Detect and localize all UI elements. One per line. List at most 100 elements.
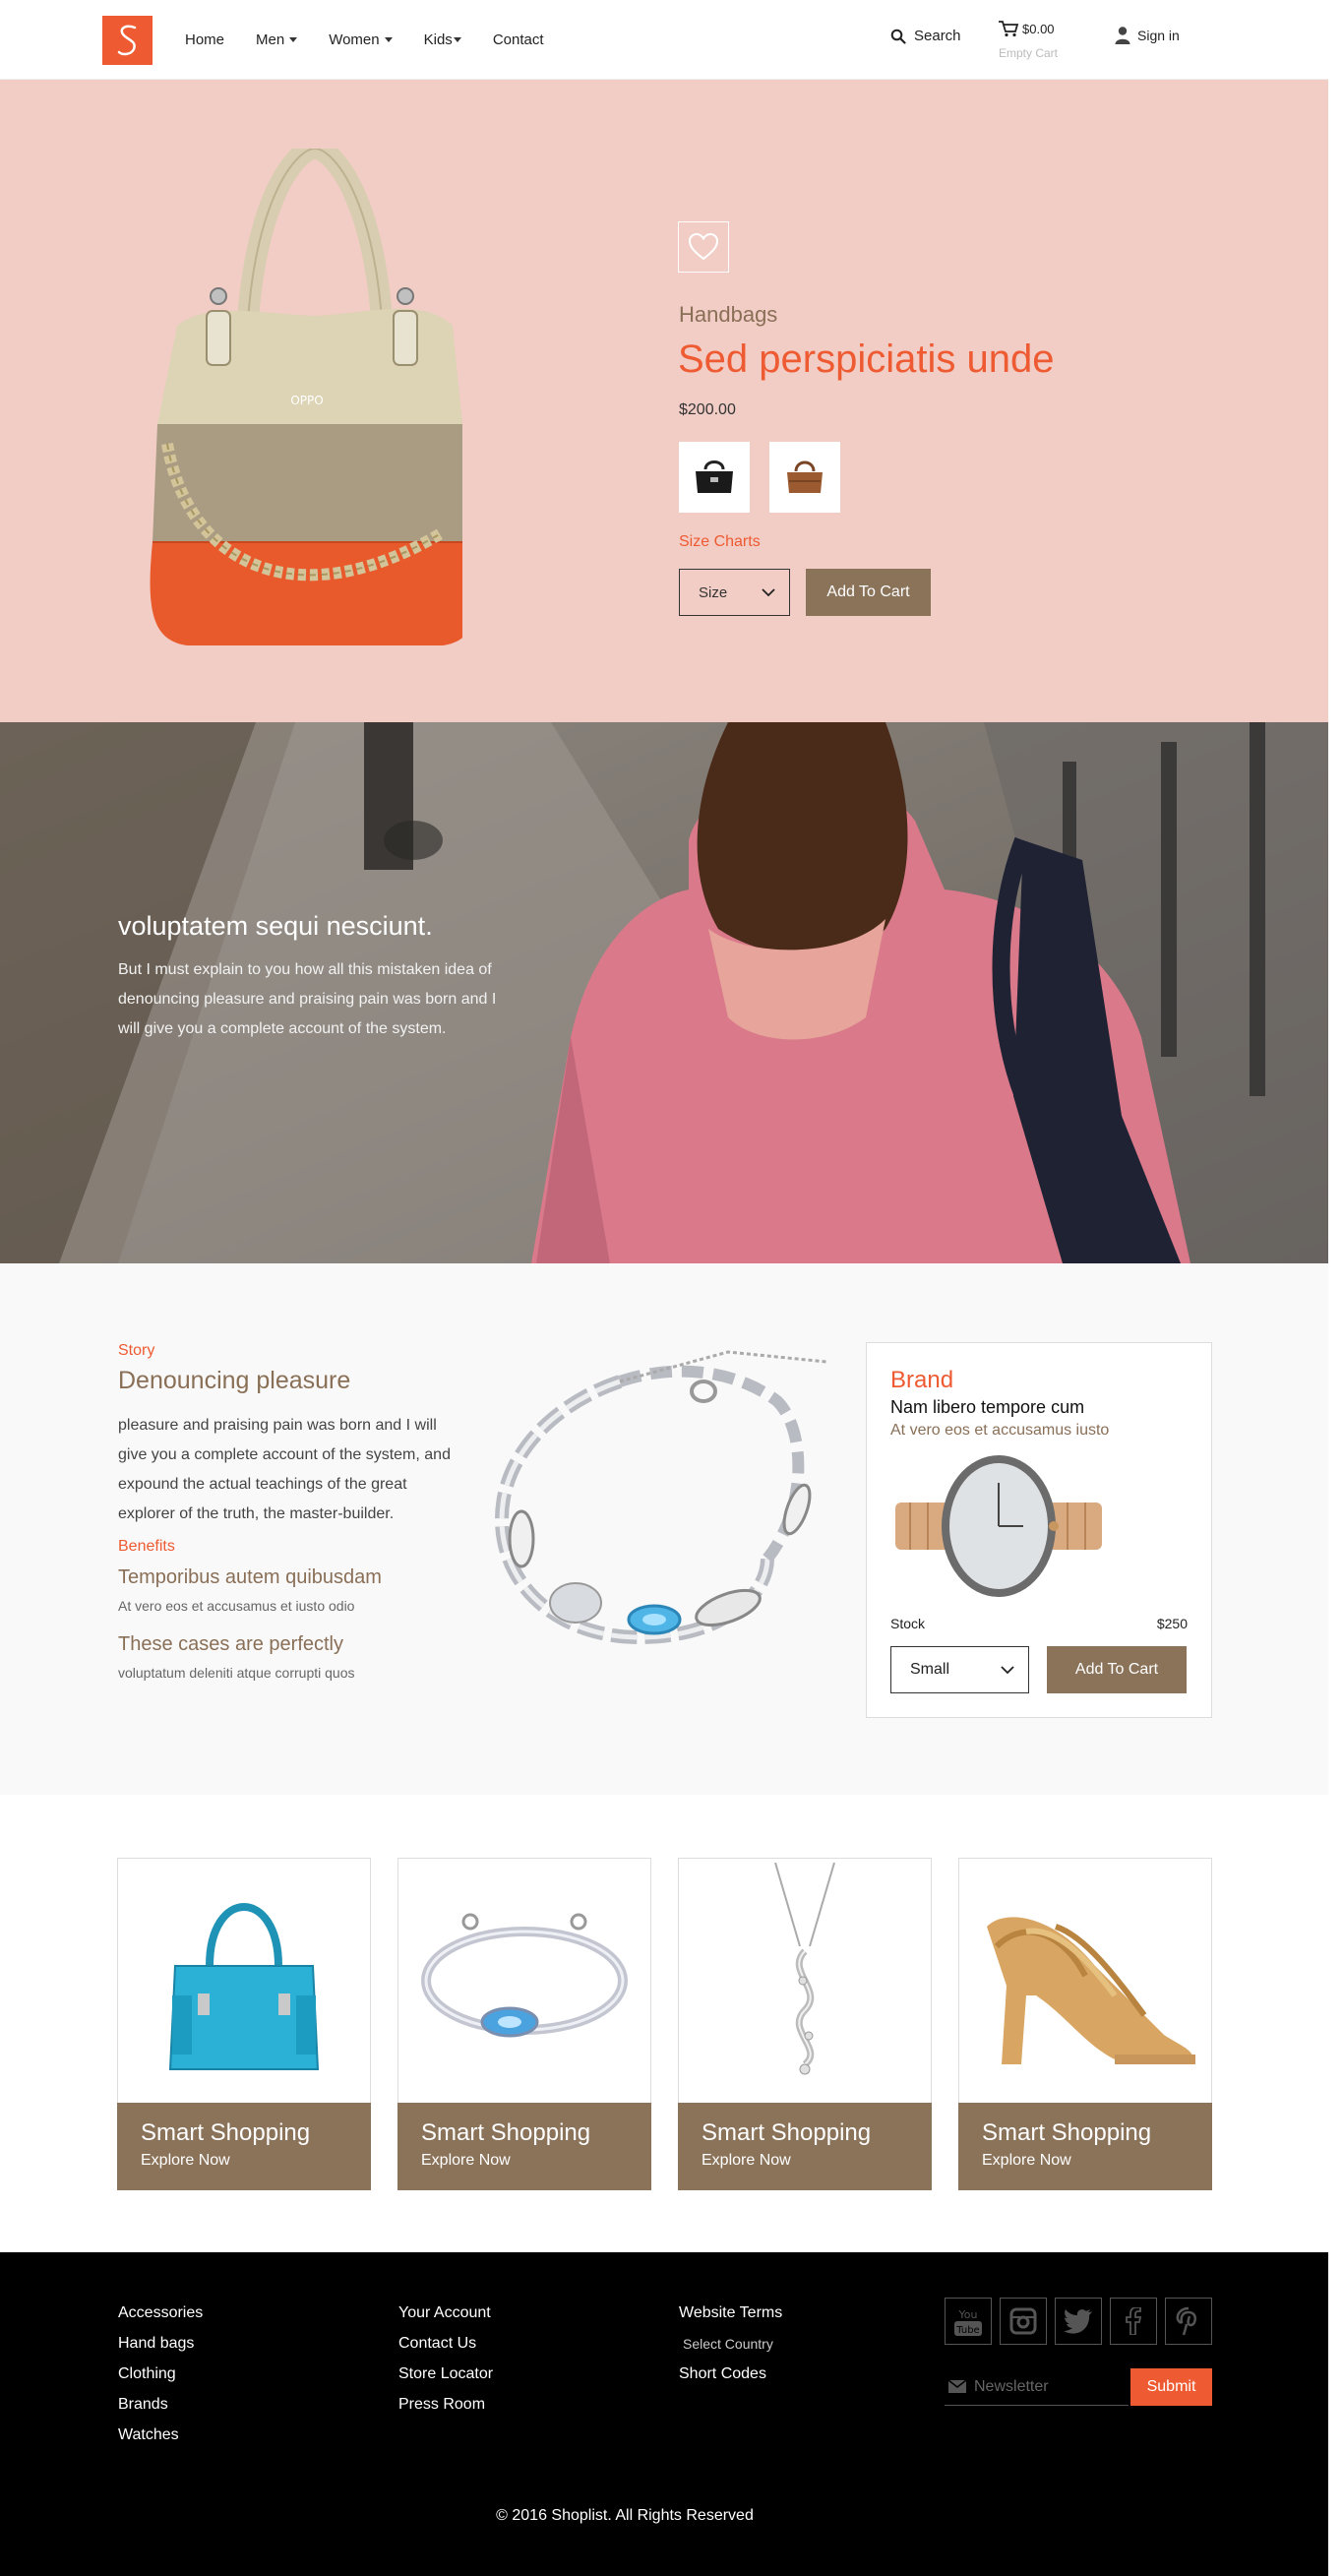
footer-link[interactable]: Press Room — [398, 2395, 493, 2425]
site-header: Home Men Women Kids Contact Search $0.00… — [0, 0, 1328, 80]
product-card[interactable]: Smart Shopping Explore Now — [117, 1858, 371, 2190]
card-image — [959, 1859, 1211, 2103]
caret-down-icon — [453, 37, 461, 42]
size-select-value: Size — [699, 583, 728, 601]
youtube-icon[interactable]: You Tube — [945, 2298, 992, 2345]
footer-link[interactable]: Contact Us — [398, 2334, 493, 2364]
explore-now-link[interactable]: Explore Now — [982, 2152, 1071, 2170]
wishlist-button[interactable] — [678, 221, 729, 273]
nav-women[interactable]: Women — [329, 31, 393, 48]
brand-card: Brand Nam libero tempore cum At vero eos… — [866, 1342, 1212, 1718]
nav-men[interactable]: Men — [256, 31, 298, 48]
brand-subtitle: Nam libero tempore cum — [890, 1397, 1085, 1417]
product-cards: Smart Shopping Explore Now Smart Shoppin… — [0, 1795, 1328, 2252]
size-select[interactable]: Size — [679, 569, 790, 616]
card-title: Smart Shopping — [982, 2119, 1152, 2146]
story-title: Denouncing pleasure — [118, 1367, 351, 1394]
product-card[interactable]: Smart Shopping Explore Now — [678, 1858, 932, 2190]
newsletter-input[interactable] — [974, 2377, 1122, 2396]
stock-label: Stock — [890, 1616, 926, 1631]
product-price: $200.00 — [679, 401, 736, 418]
banner-text: But I must explain to you how all this m… — [118, 961, 497, 1037]
search-button[interactable]: Search — [890, 28, 961, 44]
benefit-title: These cases are perfectly — [118, 1633, 343, 1655]
card-title: Smart Shopping — [702, 2119, 872, 2146]
cart-status: Empty Cart — [999, 46, 1059, 60]
card-image — [398, 1859, 650, 2103]
thumbnail-brown-bag[interactable] — [769, 442, 840, 513]
twitter-icon[interactable] — [1055, 2298, 1102, 2345]
black-bag-image — [696, 460, 733, 493]
site-footer: Accessories Hand bags Clothing Brands Wa… — [0, 2252, 1328, 2576]
footer-link[interactable]: Brands — [118, 2395, 203, 2425]
nav-contact[interactable]: Contact — [493, 31, 544, 48]
submit-button[interactable]: Submit — [1130, 2368, 1212, 2406]
facebook-icon[interactable] — [1110, 2298, 1157, 2345]
footer-link[interactable]: Clothing — [118, 2364, 203, 2395]
signin-label: Sign in — [1137, 28, 1180, 43]
banner-title: voluptatem sequi nesciunt. — [118, 911, 433, 941]
footer-link[interactable]: Watches — [118, 2425, 203, 2456]
product-card[interactable]: Smart Shopping Explore Now — [397, 1858, 651, 2190]
copyright: © 2016 Shoplist. All Rights Reserved — [496, 2507, 754, 2524]
size-select[interactable]: Small — [890, 1646, 1029, 1693]
product-title: Sed perspiciatis unde — [678, 337, 1055, 381]
add-to-cart-button[interactable]: Add To Cart — [1047, 1646, 1187, 1693]
card-title: Smart Shopping — [421, 2119, 591, 2146]
benefits-label: Benefits — [118, 1538, 175, 1555]
search-label: Search — [914, 28, 961, 44]
nav-home-label: Home — [185, 31, 225, 48]
signin-button[interactable]: Sign in — [1115, 26, 1180, 45]
s-logo-icon[interactable] — [102, 16, 153, 65]
footer-link[interactable]: Short Codes — [679, 2364, 782, 2395]
size-charts-link[interactable]: Size Charts — [679, 533, 761, 551]
footer-link[interactable]: Your Account — [398, 2303, 493, 2334]
envelope-icon — [948, 2380, 966, 2393]
size-select-value: Small — [910, 1661, 950, 1678]
card-image — [679, 1859, 931, 2103]
explore-now-link[interactable]: Explore Now — [421, 2152, 511, 2170]
heart-icon — [689, 233, 718, 261]
thumbnail-black-bag[interactable] — [679, 442, 750, 513]
gold-heels-image — [987, 1917, 1195, 2064]
footer-column-categories: Accessories Hand bags Clothing Brands Wa… — [118, 2303, 203, 2456]
card-footer: Smart Shopping Explore Now — [117, 2103, 371, 2190]
nav-kids-label: Kids — [423, 31, 453, 48]
handbag-image: OPPO — [150, 149, 462, 645]
bracelet-image — [494, 1350, 827, 1645]
pinterest-icon[interactable] — [1165, 2298, 1212, 2345]
youtube-wordmark-bottom: Tube — [955, 2325, 979, 2336]
explore-now-link[interactable]: Explore Now — [141, 2152, 230, 2170]
instagram-icon[interactable] — [1000, 2298, 1047, 2345]
blue-handbag-image — [168, 1903, 320, 2070]
svg-text:OPPO: OPPO — [290, 394, 323, 407]
footer-link[interactable]: Hand bags — [118, 2334, 203, 2364]
add-to-cart-button[interactable]: Add To Cart — [806, 569, 931, 616]
card-footer: Smart Shopping Explore Now — [678, 2103, 932, 2190]
nav-contact-label: Contact — [492, 31, 544, 48]
brand-title: Brand — [890, 1367, 954, 1393]
story-section: Story Denouncing pleasure pleasure and p… — [0, 1263, 1328, 1795]
card-footer: Smart Shopping Explore Now — [397, 2103, 651, 2190]
cart-amount: $0.00 — [1022, 22, 1055, 36]
footer-column-account: Your Account Contact Us Store Locator Pr… — [398, 2303, 493, 2425]
footer-link[interactable]: Store Locator — [398, 2364, 493, 2395]
nav-men-label: Men — [256, 31, 285, 48]
youtube-wordmark-top: You — [958, 2308, 978, 2321]
chevron-down-icon — [762, 587, 775, 596]
nav-home[interactable]: Home — [185, 31, 224, 48]
country-select[interactable]: Select Country — [679, 2334, 782, 2364]
card-footer: Smart Shopping Explore Now — [958, 2103, 1212, 2190]
footer-link[interactable]: Accessories — [118, 2303, 203, 2334]
story-text: pleasure and praising pain was born and … — [118, 1417, 451, 1522]
main-nav: Home Men Women Kids Contact — [185, 31, 576, 48]
explore-now-link[interactable]: Explore Now — [702, 2152, 791, 2170]
nav-kids[interactable]: Kids — [424, 31, 461, 48]
brand-price: $250 — [1156, 1616, 1188, 1631]
newsletter-field — [945, 2368, 1129, 2406]
user-icon — [1115, 27, 1130, 44]
caret-down-icon — [289, 37, 298, 42]
product-card[interactable]: Smart Shopping Explore Now — [958, 1858, 1212, 2190]
cart-button[interactable]: $0.00 Empty Cart — [998, 20, 1058, 60]
footer-link[interactable]: Website Terms — [679, 2303, 782, 2334]
